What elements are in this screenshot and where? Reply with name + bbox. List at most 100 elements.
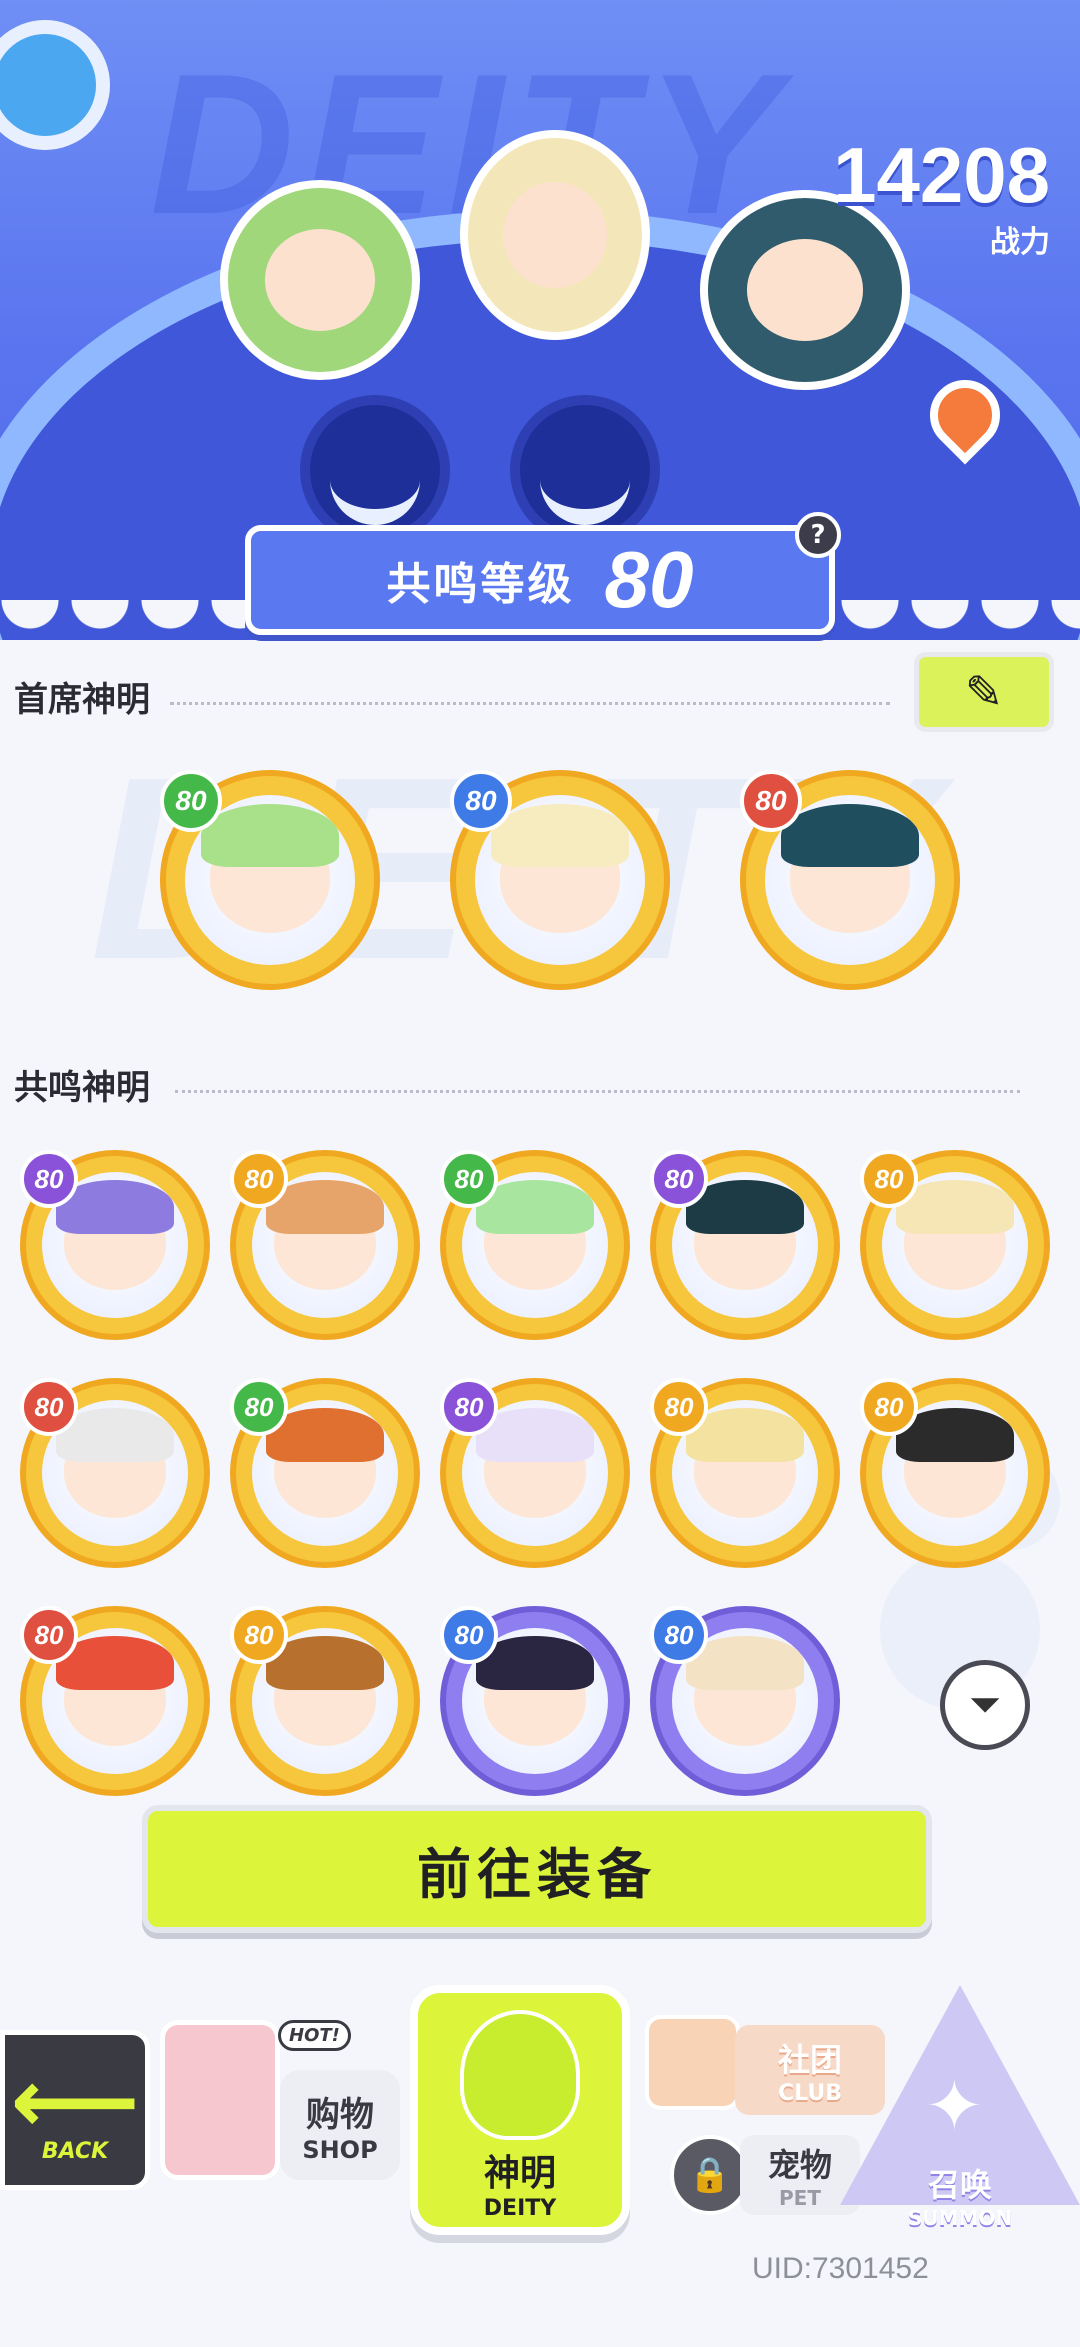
deity-face (685, 1635, 805, 1747)
planet-eye-left (300, 395, 450, 545)
level-badge: 80 (740, 770, 802, 832)
character-face (502, 181, 608, 289)
summon-label: 召唤 SUMMON (875, 2160, 1045, 2230)
club-label-cn: 社团 (777, 2040, 842, 2079)
deity-face (265, 1635, 385, 1747)
hot-badge: HOT! (278, 2020, 351, 2051)
back-arrow-icon: ⟵ (10, 2048, 140, 2154)
resonance-deity-card[interactable]: 80 (860, 1150, 1050, 1340)
level-badge: 80 (650, 1150, 708, 1208)
nav-deity[interactable]: 神明 DEITY (410, 1985, 630, 2235)
filter-icon[interactable]: ⏷ (940, 1660, 1030, 1750)
level-badge: 80 (230, 1378, 288, 1436)
section-divider (175, 1090, 1020, 1093)
level-badge: 80 (160, 770, 222, 832)
head-deity-title: 首席神明 (14, 680, 150, 720)
planet-eye-right (510, 395, 660, 545)
pet-label-en: PET (779, 2186, 821, 2210)
level-badge: 80 (860, 1378, 918, 1436)
resonance-level-panel: 共鸣等级 80 (245, 525, 835, 635)
deity-face (55, 1635, 175, 1747)
level-badge: 80 (860, 1150, 918, 1208)
deity-face (780, 803, 920, 933)
deity-face (265, 1407, 385, 1519)
resonance-deity-card[interactable]: 80 (20, 1378, 210, 1568)
deity-face (685, 1179, 805, 1291)
resonance-deity-card[interactable]: 80 (230, 1378, 420, 1568)
club-label-en: CLUB (777, 2080, 842, 2106)
resonance-level-label: 共鸣等级 (386, 559, 575, 610)
shop-label-tag: 购物 SHOP (280, 2070, 400, 2180)
section-divider (170, 702, 890, 705)
resonance-deity-card[interactable]: 80 (230, 1606, 420, 1796)
level-badge: 80 (650, 1378, 708, 1436)
head-deity-card[interactable]: 80 (450, 770, 670, 990)
deity-hair (490, 803, 630, 868)
planet-icon (0, 20, 110, 150)
power-label: 战力 (990, 225, 1050, 260)
lock-icon: 🔒 (670, 2135, 750, 2215)
edit-button[interactable]: ✎ (914, 652, 1054, 732)
resonance-deity-card[interactable]: 80 (650, 1606, 840, 1796)
hero-character-1[interactable] (220, 180, 420, 380)
summon-label-en: SUMMON (907, 2206, 1013, 2230)
vending-machine-icon (160, 2020, 280, 2180)
resonance-deity-title: 共鸣神明 (14, 1068, 150, 1108)
level-badge: 80 (440, 1150, 498, 1208)
deity-label-cn: 神明 (483, 2152, 556, 2194)
resonance-deity-card[interactable]: 80 (20, 1606, 210, 1796)
power-display: 14208 战力 (833, 130, 1050, 261)
back-button[interactable]: ⟵ BACK (0, 2030, 150, 2190)
deity-face (55, 1407, 175, 1519)
deity-face (490, 803, 630, 933)
character-face (264, 229, 376, 331)
deity-hair (780, 803, 920, 868)
deity-nav-avatar-icon (460, 2009, 580, 2140)
deity-face (895, 1407, 1015, 1519)
resonance-deity-card[interactable]: 80 (860, 1378, 1050, 1568)
deity-face (475, 1635, 595, 1747)
deity-face (475, 1179, 595, 1291)
shop-label-cn: 购物 (306, 2094, 374, 2135)
shop-label-en: SHOP (302, 2135, 378, 2164)
hero-character-2[interactable] (460, 130, 650, 340)
summon-label-cn: 召唤 (927, 2166, 992, 2204)
resonance-deity-card[interactable]: 80 (650, 1150, 840, 1340)
level-badge: 80 (20, 1150, 78, 1208)
summon-star-icon: ✦ (925, 2065, 984, 2147)
power-value: 14208 (833, 131, 1050, 219)
help-icon[interactable]: ? (795, 512, 841, 558)
resonance-deity-card[interactable]: 80 (440, 1606, 630, 1796)
deity-face (685, 1407, 805, 1519)
deity-label-en: DEITY (483, 2195, 557, 2221)
back-label: BACK (41, 2138, 109, 2164)
deity-hair (200, 803, 340, 868)
go-equip-button[interactable]: 前往装备 (142, 1805, 932, 1933)
level-badge: 80 (450, 770, 512, 832)
level-badge: 80 (230, 1606, 288, 1664)
deity-face (55, 1179, 175, 1291)
level-badge: 80 (650, 1606, 708, 1664)
pet-label-cn: 宠物 (767, 2146, 832, 2184)
level-badge: 80 (440, 1378, 498, 1436)
level-badge: 80 (440, 1606, 498, 1664)
deity-face (265, 1179, 385, 1291)
head-deity-card[interactable]: 80 (740, 770, 960, 990)
resonance-deity-card[interactable]: 80 (440, 1378, 630, 1568)
resonance-deity-card[interactable]: 80 (20, 1150, 210, 1340)
deity-face (895, 1179, 1015, 1291)
nav-shop[interactable]: HOT! 购物 SHOP (160, 1990, 410, 2190)
user-id: UID:7301452 (752, 2252, 929, 2285)
level-badge: 80 (20, 1378, 78, 1436)
level-badge: 80 (20, 1606, 78, 1664)
resonance-deity-card[interactable]: 80 (440, 1150, 630, 1340)
deity-face (475, 1407, 595, 1519)
nav-pet[interactable]: 🔒 宠物 PET (630, 2125, 860, 2225)
level-badge: 80 (230, 1150, 288, 1208)
resonance-deity-card[interactable]: 80 (650, 1378, 840, 1568)
nav-summon[interactable]: ✦ 召唤 SUMMON (835, 1985, 1080, 2230)
head-deity-card[interactable]: 80 (160, 770, 380, 990)
deity-face (200, 803, 340, 933)
resonance-level-value: 80 (604, 535, 694, 624)
resonance-deity-card[interactable]: 80 (230, 1150, 420, 1340)
